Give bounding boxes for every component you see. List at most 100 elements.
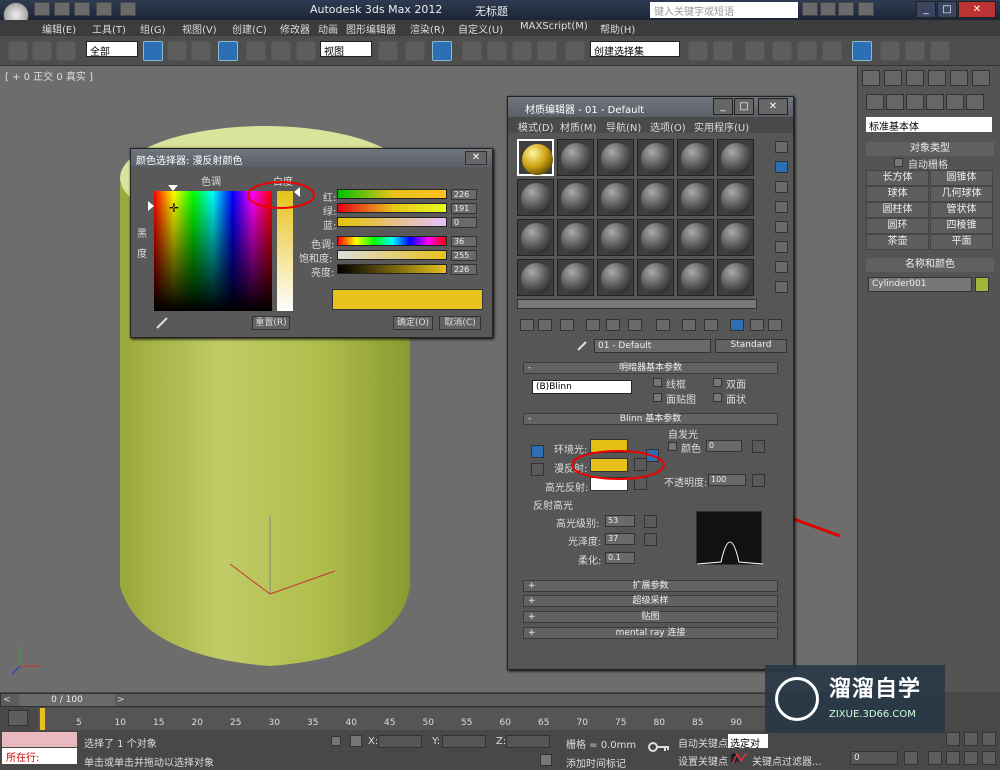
zoom-icon[interactable] xyxy=(946,732,960,746)
menu-customize[interactable]: 自定义(U) xyxy=(458,21,503,36)
absolute-mode-icon[interactable] xyxy=(350,735,362,747)
ok-button[interactable]: 确定(O) xyxy=(393,316,433,330)
material-slot[interactable] xyxy=(597,219,634,256)
material-slot[interactable] xyxy=(677,219,714,256)
save-icon[interactable] xyxy=(74,2,90,16)
material-slot[interactable] xyxy=(637,259,674,296)
reset-map-icon[interactable] xyxy=(586,319,600,331)
prev-frame-icon[interactable]: < xyxy=(3,695,11,705)
help-icon[interactable] xyxy=(858,2,874,16)
rendered-frame-icon[interactable] xyxy=(905,41,925,61)
self-illum-color-checkbox[interactable] xyxy=(668,442,677,451)
time-slider[interactable]: < 0 / 100 > xyxy=(0,693,770,707)
me-maximize-button[interactable]: □ xyxy=(734,98,754,115)
value-slider[interactable] xyxy=(337,264,447,274)
orbit-icon[interactable] xyxy=(964,751,978,765)
object-color-swatch[interactable] xyxy=(975,277,989,292)
open-icon[interactable] xyxy=(54,2,70,16)
show-end-result-icon[interactable] xyxy=(730,319,744,331)
material-slot[interactable] xyxy=(677,179,714,216)
background-icon[interactable] xyxy=(775,181,788,193)
spacewarps-icon[interactable] xyxy=(966,94,984,110)
menu-rendering[interactable]: 渲染(R) xyxy=(410,21,445,36)
material-slot[interactable] xyxy=(517,179,554,216)
curve-icon[interactable] xyxy=(732,751,748,765)
shader-rollout-header[interactable]: - 明暗器基本参数 xyxy=(523,362,778,374)
hierarchy-tab-icon[interactable] xyxy=(906,70,924,86)
current-frame-field[interactable]: 0 xyxy=(850,751,898,765)
material-slot[interactable] xyxy=(717,259,754,296)
plane-button[interactable]: 平面 xyxy=(930,234,993,250)
me-menu-navigation[interactable]: 导航(N) xyxy=(606,119,641,134)
material-slot[interactable] xyxy=(557,179,594,216)
blackness-marker-icon[interactable] xyxy=(148,201,154,211)
menu-modifiers[interactable]: 修改器 xyxy=(280,21,310,36)
star-icon[interactable] xyxy=(838,2,854,16)
self-illum-map-button[interactable] xyxy=(752,440,765,453)
material-slot[interactable] xyxy=(557,219,594,256)
set-key-button[interactable]: 设置关键点 xyxy=(678,753,728,768)
green-slider[interactable] xyxy=(337,203,447,213)
menu-edit[interactable]: 编辑(E) xyxy=(42,21,76,36)
cameras-icon[interactable] xyxy=(926,94,944,110)
material-slot[interactable] xyxy=(677,259,714,296)
select-by-name-icon[interactable] xyxy=(167,41,187,61)
autogrid-checkbox[interactable] xyxy=(894,158,903,167)
menu-view[interactable]: 视图(V) xyxy=(182,21,217,36)
supersampling-rollout[interactable]: + 超级采样 xyxy=(523,595,778,607)
display-tab-icon[interactable] xyxy=(950,70,968,86)
object-name-field[interactable]: Cylinder001 xyxy=(868,277,972,292)
curve-editor-icon[interactable] xyxy=(797,41,817,61)
make-unique-icon[interactable] xyxy=(628,319,642,331)
spec-level-spinner[interactable]: 53 xyxy=(605,515,635,527)
blinn-rollout-header[interactable]: - Blinn 基本参数 xyxy=(523,413,778,425)
material-slot[interactable] xyxy=(637,219,674,256)
backlight-icon[interactable] xyxy=(775,161,788,173)
color-picker-close-button[interactable]: ✕ xyxy=(465,151,487,165)
layer-manager-icon[interactable] xyxy=(745,41,765,61)
name-color-header[interactable]: 名称和颜色 xyxy=(866,258,994,272)
auto-key-button[interactable]: 自动关键点 xyxy=(678,735,728,750)
menu-help[interactable]: 帮助(H) xyxy=(600,21,635,36)
teapot-button[interactable]: 茶壶 xyxy=(866,234,929,250)
material-slot[interactable] xyxy=(557,139,594,176)
lock-diffuse-specular-icon[interactable] xyxy=(531,463,544,476)
video-check-icon[interactable] xyxy=(775,221,788,233)
zoom-extents-icon[interactable] xyxy=(982,732,996,746)
viewport-label[interactable]: [ + 0 正交 0 真实 ] xyxy=(5,68,93,83)
hue-spinner[interactable]: 36 xyxy=(451,236,477,247)
object-type-header[interactable]: 对象类型 xyxy=(866,142,994,156)
get-material-icon[interactable] xyxy=(520,319,534,331)
material-slot[interactable] xyxy=(637,139,674,176)
value-spinner[interactable]: 226 xyxy=(451,264,477,275)
angle-snap-icon[interactable] xyxy=(487,41,507,61)
y-coord-field[interactable] xyxy=(442,735,486,748)
assign-material-icon[interactable] xyxy=(560,319,574,331)
blue-slider[interactable] xyxy=(337,217,447,227)
make-preview-icon[interactable] xyxy=(775,241,788,253)
material-slot[interactable] xyxy=(597,179,634,216)
sphere-button[interactable]: 球体 xyxy=(866,186,929,202)
material-slot[interactable] xyxy=(637,179,674,216)
face-map-checkbox[interactable] xyxy=(653,393,662,402)
fov-icon[interactable] xyxy=(928,751,942,765)
curve-editor-mini-icon[interactable] xyxy=(8,710,28,726)
snap-3-icon[interactable] xyxy=(462,41,482,61)
minimize-button[interactable]: _ xyxy=(916,1,936,18)
glossiness-map-button[interactable] xyxy=(644,533,657,546)
material-slot[interactable] xyxy=(717,179,754,216)
sample-type-icon[interactable] xyxy=(775,141,788,153)
maps-rollout[interactable]: + 贴图 xyxy=(523,611,778,623)
hue-marker-icon[interactable] xyxy=(168,185,178,191)
shader-dropdown[interactable]: (B)Blinn xyxy=(532,380,632,394)
pyramid-button[interactable]: 四棱锥 xyxy=(930,218,993,234)
search-input[interactable]: 键入关键字或短语 xyxy=(650,2,798,18)
cylinder-button[interactable]: 圆柱体 xyxy=(866,202,929,218)
align-icon[interactable] xyxy=(713,41,733,61)
maximize-button[interactable]: □ xyxy=(937,1,957,18)
maxscript-mini-listener[interactable]: 所在行: xyxy=(2,748,77,764)
green-spinner[interactable]: 191 xyxy=(451,203,477,214)
material-name-field[interactable]: 01 - Default xyxy=(594,339,711,353)
cone-button[interactable]: 圆锥体 xyxy=(930,170,993,186)
time-slider-label[interactable]: 0 / 100 xyxy=(19,694,115,706)
